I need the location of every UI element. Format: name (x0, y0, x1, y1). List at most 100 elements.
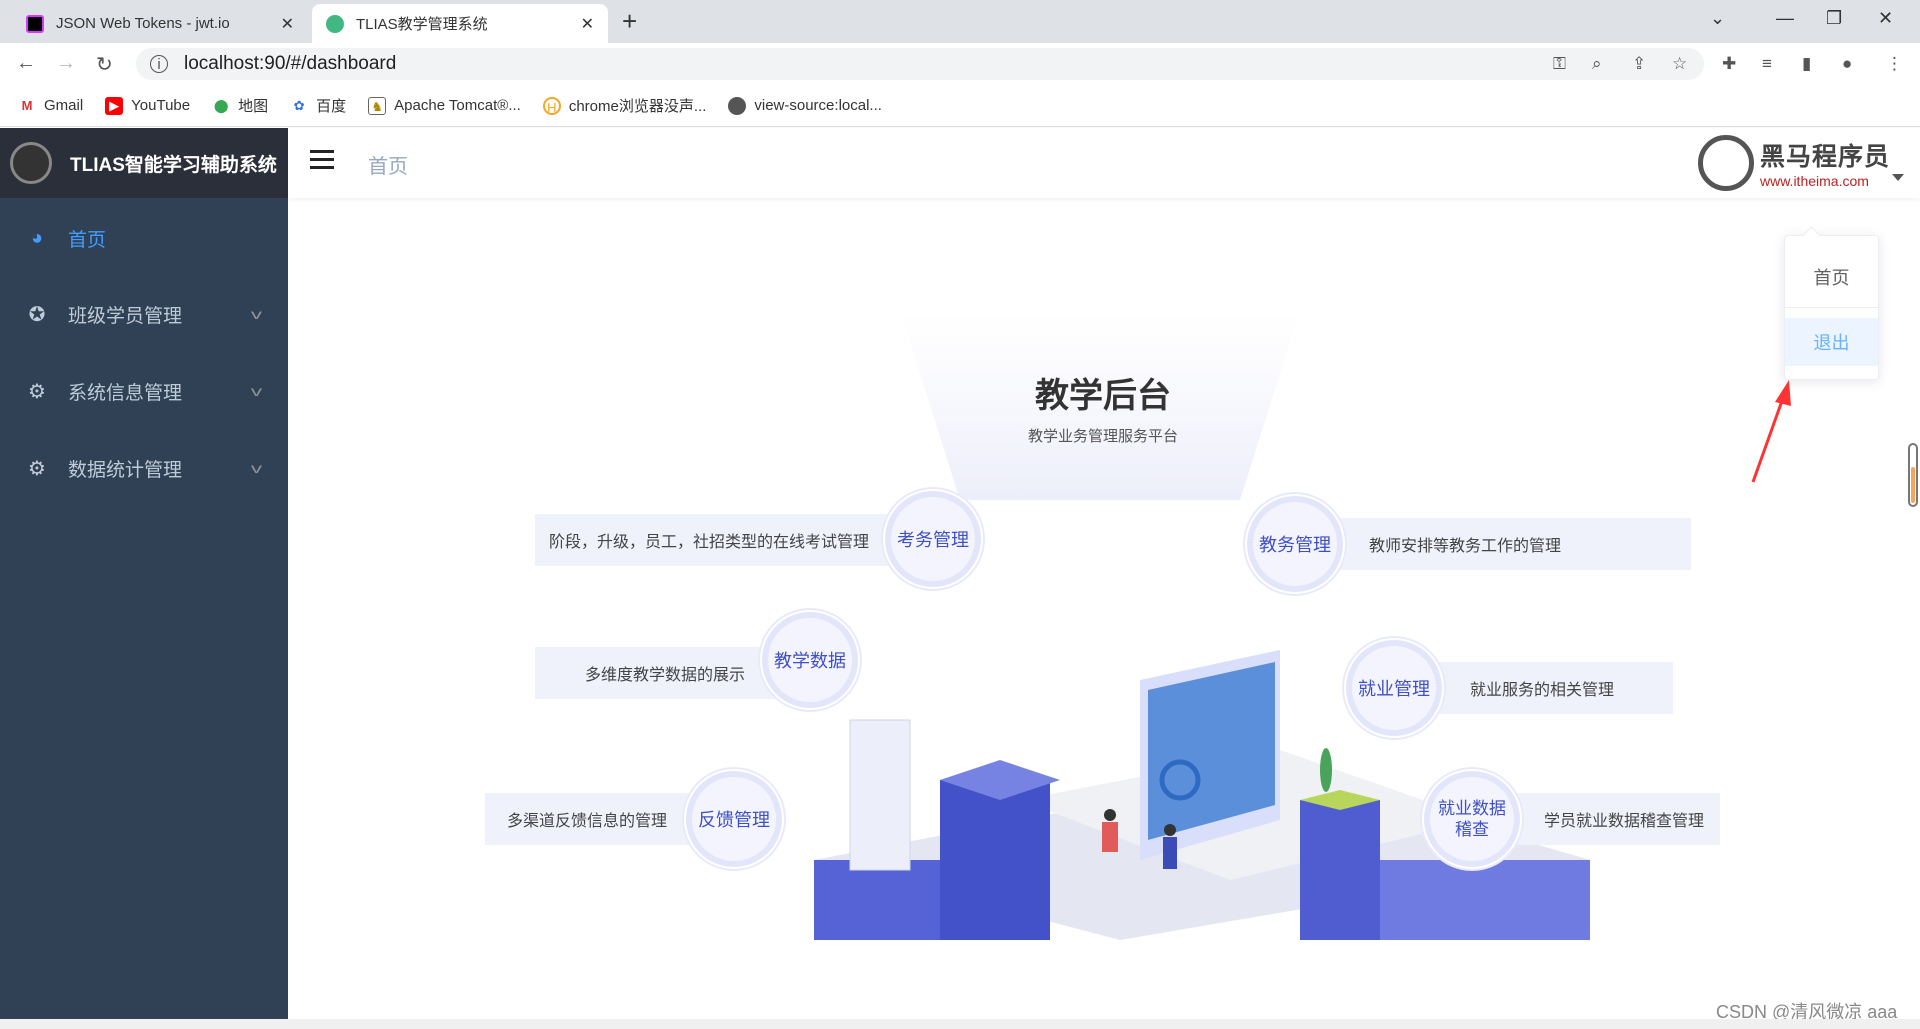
bookmark-youtube[interactable]: ▶ YouTube (105, 96, 191, 115)
breadcrumb: 首页 (368, 156, 408, 178)
bookmark-label: Apache Tomcat®... (394, 97, 521, 114)
gmail-icon: M (21, 97, 33, 113)
module-name: 就业数据稽查 (1438, 799, 1506, 839)
caret-down-icon[interactable] (1892, 174, 1904, 181)
chevron-down-icon: v (250, 383, 263, 399)
module-desc-academic: 教师安排等教务工作的管理 (1295, 518, 1691, 570)
zoom-icon[interactable]: ⌕ (1592, 54, 1602, 74)
module-desc: 阶段，升级，员工，社招类型的在线考试管理 (549, 534, 870, 551)
bookmark-gmail[interactable]: M Gmail (18, 97, 84, 115)
bookmark-star-icon[interactable]: ☆ (1672, 54, 1687, 74)
maps-icon: ⬤ (213, 97, 229, 113)
side-panel-icon[interactable]: ▮ (1802, 54, 1811, 74)
address-toolbar: ← → ↻ i localhost:90/#/dashboard ⚿ ⌕ ⇪ ☆… (0, 43, 1920, 85)
more-icon[interactable]: ⋮ (1886, 54, 1903, 74)
bookmark-maps[interactable]: ⬤ 地图 (212, 95, 268, 116)
close-window-icon[interactable]: ✕ (1878, 8, 1893, 29)
user-dropdown-trigger[interactable]: 黑马程序员 www.itheima.com (1698, 135, 1890, 191)
new-tab-icon[interactable]: + (622, 6, 637, 37)
app-logo-area: TLIAS智能学习辅助系统 (0, 128, 288, 198)
module-desc: 多维度教学数据的展示 (585, 667, 746, 684)
gear-icon: ⚙ (28, 380, 46, 403)
bookmark-view-source[interactable]: view-source:local... (728, 96, 882, 115)
tab-tlias[interactable]: TLIAS教学管理系统 ✕ (312, 4, 608, 43)
scrollbar[interactable] (1908, 443, 1918, 507)
sidebar-item-class-student[interactable]: ✪ 班级学员管理 v (0, 286, 288, 342)
extensions-icon[interactable]: ✚ (1722, 54, 1736, 74)
bottom-bar (0, 1019, 1920, 1029)
dashboard-subtitle: 教学业务管理服务平台 (1027, 428, 1178, 445)
tab-bar: JSON Web Tokens - jwt.io ✕ TLIAS教学管理系统 ✕… (0, 0, 1920, 43)
bookmark-label: view-source:local... (754, 97, 882, 114)
app-header: 首页 黑马程序员 www.itheima.com (288, 128, 1920, 198)
media-icon[interactable]: ≡ (1762, 54, 1772, 74)
bookmark-tomcat[interactable]: ♞ Apache Tomcat®... (368, 96, 521, 115)
module-exam[interactable]: 考务管理 (885, 491, 981, 587)
bookmark-label: 百度 (316, 98, 347, 115)
bookmark-label: Gmail (44, 97, 84, 114)
gear-icon: ⚙ (28, 457, 46, 480)
sidebar-item-data-stats[interactable]: ⚙ 数据统计管理 v (0, 440, 288, 496)
forward-icon[interactable]: → (56, 52, 76, 75)
hamburger-toggle-icon[interactable] (310, 150, 334, 172)
module-teaching-data[interactable]: 教学数据 (762, 612, 858, 708)
sidebar-item-label: 班级学员管理 (68, 305, 183, 327)
module-desc: 多渠道反馈信息的管理 (507, 813, 668, 830)
dashboard-title: 教学后台 (1035, 377, 1171, 415)
module-desc: 学员就业数据稽查管理 (1544, 813, 1705, 830)
module-employment-audit[interactable]: 就业数据稽查 (1424, 771, 1520, 867)
module-academic[interactable]: 教务管理 (1247, 496, 1343, 592)
tab-jwt[interactable]: JSON Web Tokens - jwt.io ✕ (12, 4, 308, 43)
bookmarks-bar: M Gmail ▶ YouTube ⬤ 地图 ✿ 百度 ♞ Apache Tomcat®.… (0, 85, 1920, 127)
bookmark-baidu[interactable]: ✿ 百度 (290, 95, 346, 116)
sidebar-item-label: 首页 (68, 229, 107, 251)
brand-logo-icon (1698, 135, 1754, 191)
url-text: localhost:90/#/dashboard (184, 53, 397, 74)
share-icon[interactable]: ⇪ (1632, 54, 1646, 74)
back-icon[interactable]: ← (16, 52, 36, 75)
sidebar-item-home[interactable]: ◕ 首页 (0, 210, 288, 266)
info-icon[interactable]: i (150, 55, 168, 73)
sidebar-item-label: 系统信息管理 (68, 382, 183, 404)
chevron-down-icon: v (250, 306, 263, 322)
module-name: 教学数据 (774, 651, 846, 671)
globe-icon (728, 96, 747, 115)
user-dropdown-menu: 首页 退出 (1784, 235, 1879, 380)
close-tab-icon[interactable]: ✕ (581, 14, 594, 34)
bookmark-chrome-sound[interactable]: Hchrome浏览器没声... (542, 95, 707, 116)
dropdown-item-logout[interactable]: 退出 (1785, 318, 1878, 366)
module-employment[interactable]: 就业管理 (1346, 640, 1442, 736)
dashboard-icon: ◕ (30, 226, 44, 249)
tab-title: TLIAS教学管理系统 (356, 16, 488, 33)
dropdown-item-home[interactable]: 首页 (1785, 246, 1878, 308)
app-title: TLIAS智能学习辅助系统 (70, 154, 277, 176)
module-desc: 教师安排等教务工作的管理 (1369, 538, 1562, 555)
jwt-favicon-icon (26, 14, 44, 33)
key-icon[interactable]: ⚿ (1553, 54, 1566, 74)
profile-icon[interactable]: ● (1842, 54, 1852, 74)
annotation-arrow (1751, 380, 1791, 483)
module-feedback[interactable]: 反馈管理 (686, 771, 782, 867)
sidebar-item-system-info[interactable]: ⚙ 系统信息管理 v (0, 363, 288, 419)
bookmark-label: chrome浏览器没声... (568, 98, 707, 115)
youtube-icon: ▶ (105, 96, 124, 115)
minimize-icon[interactable]: — (1776, 8, 1794, 29)
bookmark-label: 地图 (238, 98, 269, 115)
bookmark-label: YouTube (131, 97, 191, 114)
restore-icon[interactable]: ❐ (1826, 8, 1842, 29)
site-icon: H (542, 96, 561, 115)
module-name: 教务管理 (1259, 535, 1331, 555)
reload-icon[interactable]: ↻ (96, 52, 113, 77)
brand-url: www.itheima.com (1760, 173, 1869, 189)
sidebar-item-label: 数据统计管理 (68, 459, 183, 481)
module-name: 就业管理 (1358, 679, 1430, 699)
module-name: 反馈管理 (698, 810, 770, 830)
brand-name: 黑马程序员 (1760, 143, 1891, 171)
url-input[interactable]: i localhost:90/#/dashboard (136, 48, 1704, 80)
sidebar: ◕ 首页 ✪ 班级学员管理 v ⚙ 系统信息管理 v ⚙ 数据统计管理 v (0, 198, 288, 1019)
tomcat-icon: ♞ (368, 96, 387, 115)
close-tab-icon[interactable]: ✕ (281, 14, 294, 34)
module-name: 考务管理 (897, 530, 969, 550)
tab-title: JSON Web Tokens - jwt.io (56, 15, 230, 32)
tab-search-icon[interactable]: ⌄ (1710, 8, 1725, 29)
